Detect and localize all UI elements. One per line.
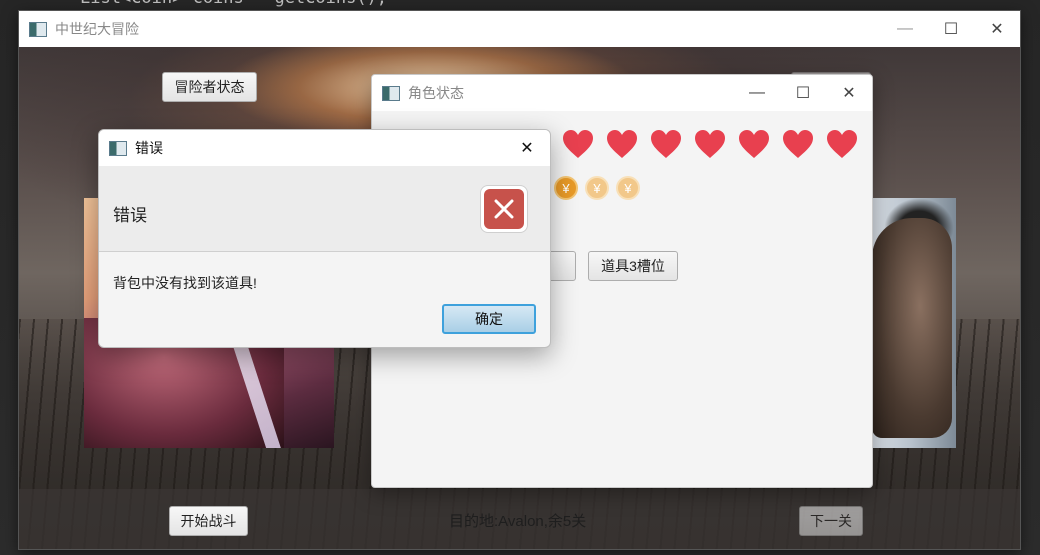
- main-titlebar: 中世纪大冒险 — ☐ ✕: [19, 11, 1020, 47]
- role-titlebar: 角色状态 — ☐ ✕: [372, 75, 872, 111]
- heart-icon: [693, 128, 727, 160]
- close-icon[interactable]: ✕: [974, 11, 1020, 47]
- heart-icon: [781, 128, 815, 160]
- error-dialog: 错误 ✕ 错误 背包中没有找到该道具! 确定: [98, 129, 551, 348]
- heart-icon: [737, 128, 771, 160]
- maximize-icon[interactable]: ☐: [928, 11, 974, 47]
- heart-icon: [825, 128, 859, 160]
- code-line: List<Coin> coins = getCoins();: [80, 0, 387, 8]
- error-heading: 错误: [113, 206, 147, 225]
- main-window-title: 中世纪大冒险: [55, 21, 139, 37]
- heart-icon: [561, 128, 595, 160]
- enemy-card-image: [864, 198, 956, 448]
- app-icon: [29, 21, 47, 37]
- error-message: 背包中没有找到该道具!: [113, 275, 257, 291]
- error-x-icon: [480, 185, 528, 233]
- coin-icon: ¥: [616, 176, 640, 200]
- close-icon[interactable]: ✕: [826, 75, 872, 111]
- item-slot-3-button[interactable]: 道具3槽位: [588, 251, 678, 281]
- ok-button[interactable]: 确定: [442, 304, 536, 334]
- heart-icon: [605, 128, 639, 160]
- role-window-title: 角色状态: [408, 85, 464, 101]
- adventurer-status-button[interactable]: 冒险者状态: [162, 72, 257, 102]
- app-icon: [109, 140, 127, 156]
- minimize-icon[interactable]: —: [734, 75, 780, 111]
- maximize-icon[interactable]: ☐: [780, 75, 826, 111]
- error-titlebar: 错误 ✕: [99, 130, 550, 166]
- coin-icon: ¥: [585, 176, 609, 200]
- coin-icon: ¥: [554, 176, 578, 200]
- next-level-button[interactable]: 下一关: [799, 506, 863, 536]
- close-icon[interactable]: ✕: [504, 130, 550, 166]
- minimize-icon[interactable]: —: [882, 11, 928, 47]
- error-dialog-title: 错误: [135, 140, 163, 156]
- start-battle-button[interactable]: 开始战斗: [169, 506, 248, 536]
- app-icon: [382, 85, 400, 101]
- destination-text: 目的地:Avalon,余5关: [449, 513, 587, 530]
- heart-icon: [649, 128, 683, 160]
